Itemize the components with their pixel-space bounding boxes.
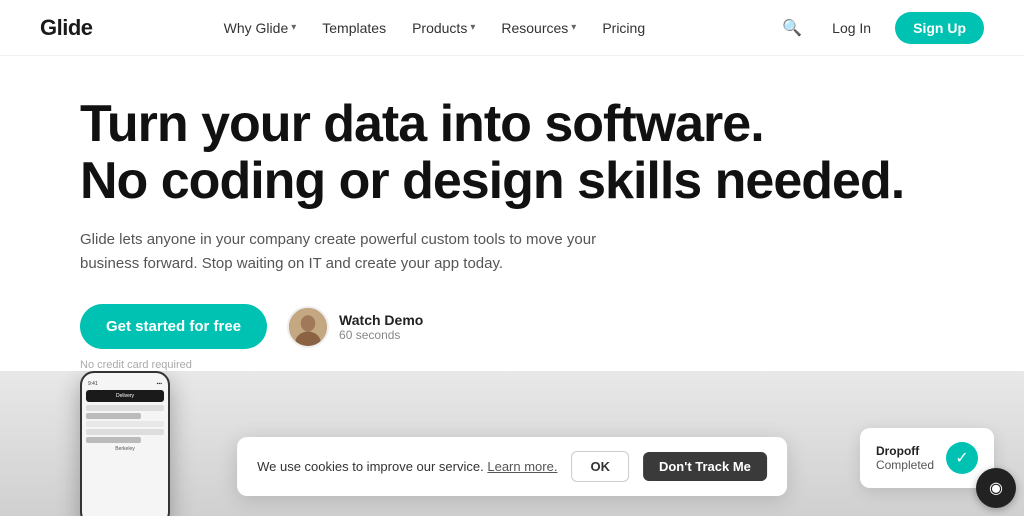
hero-subtitle: Glide lets anyone in your company create… (80, 228, 620, 276)
phone-location-label: Berkeley (86, 446, 164, 452)
dropoff-card: Dropoff Completed ✓ (860, 428, 994, 488)
dropoff-check-icon: ✓ (946, 442, 978, 474)
cookie-banner: We use cookies to improve our service. L… (237, 437, 787, 496)
nav-item-templates[interactable]: Templates (312, 14, 396, 42)
hero-actions: Get started for free Watch Demo 60 secon… (80, 304, 944, 349)
avatar (287, 306, 329, 348)
chevron-down-icon: ▾ (470, 22, 475, 33)
nav-item-products[interactable]: Products ▾ (402, 14, 485, 42)
brand-logo[interactable]: Glide (40, 15, 93, 41)
get-started-button[interactable]: Get started for free (80, 304, 267, 349)
search-button[interactable]: 🔍 (776, 12, 808, 44)
nav-item-pricing[interactable]: Pricing (592, 14, 655, 42)
nav-links: Why Glide ▾ Templates Products ▾ Resourc… (214, 14, 655, 42)
phone-app-header: Delivery (86, 390, 164, 402)
hero-title: Turn your data into software. No coding … (80, 96, 944, 210)
bottom-area: 9:41 ▪▪▪ Delivery Berkeley We use cookie… (0, 371, 1024, 516)
no-credit-card-label: No credit card required (80, 359, 944, 371)
chat-button[interactable]: ◉ (976, 468, 1016, 508)
cookie-message: We use cookies to improve our service. L… (257, 459, 557, 474)
phone-mockup: 9:41 ▪▪▪ Delivery Berkeley (80, 371, 170, 516)
hero-section: Turn your data into software. No coding … (0, 56, 1024, 391)
chevron-down-icon: ▾ (291, 22, 296, 33)
navbar: Glide Why Glide ▾ Templates Products ▾ R… (0, 0, 1024, 56)
chat-icon: ◉ (989, 478, 1003, 498)
phone-signal-icon: ▪▪▪ (157, 381, 162, 387)
nav-actions: 🔍 Log In Sign Up (776, 12, 984, 44)
chevron-down-icon: ▾ (571, 22, 576, 33)
dont-track-button[interactable]: Don't Track Me (643, 452, 767, 481)
nav-item-why-glide[interactable]: Why Glide ▾ (214, 14, 307, 42)
phone-status-bar: 9:41 ▪▪▪ (86, 381, 164, 387)
watch-demo-button[interactable]: Watch Demo 60 seconds (287, 306, 423, 348)
login-button[interactable]: Log In (818, 12, 885, 44)
nav-item-resources[interactable]: Resources ▾ (491, 14, 586, 42)
cookie-ok-button[interactable]: OK (571, 451, 629, 482)
search-icon: 🔍 (782, 20, 802, 37)
learn-more-link[interactable]: Learn more. (487, 459, 557, 474)
signup-button[interactable]: Sign Up (895, 12, 984, 44)
